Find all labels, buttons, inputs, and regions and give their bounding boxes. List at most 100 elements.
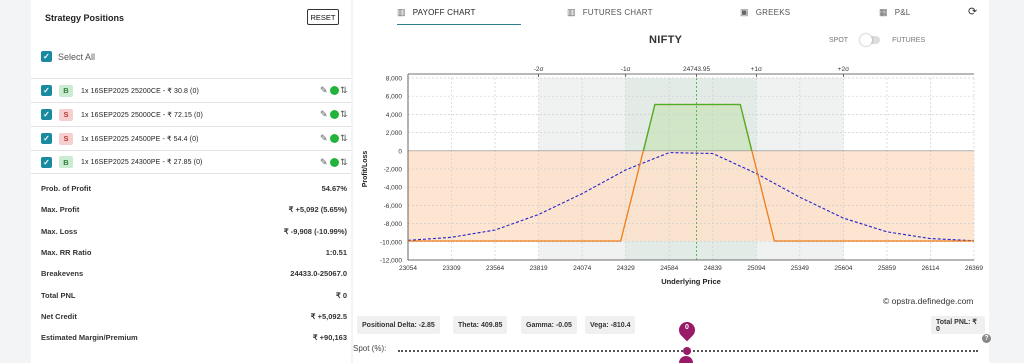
select-all-checkbox[interactable]: ✓ Select All [41, 51, 95, 62]
positions-list: ✓ B 1x 16SEP2025 25200CE - ₹ 30.8 (0) ✎ … [31, 78, 351, 174]
x-tick-label: 23309 [442, 265, 460, 272]
metric-value: ₹ +5,092 (5.65%) [288, 205, 347, 215]
y-tick-label: 0 [398, 148, 402, 155]
sigma-label: -1σ [621, 66, 631, 73]
greeks-icon: ▣ [740, 7, 749, 17]
y-tick-label: -8,000 [384, 221, 403, 228]
metric-label: Max. Profit [41, 205, 80, 215]
y-tick-label: 8,000 [386, 76, 403, 83]
metric-label: Total PNL [41, 290, 76, 300]
edit-icon[interactable]: ✎ [320, 86, 329, 95]
tab-greeks[interactable]: ▣ GREEKS [740, 0, 790, 25]
y-tick-label: -10,000 [380, 239, 402, 246]
swap-icon[interactable]: ⇅ [340, 157, 348, 167]
sigma-label: -2σ [534, 66, 544, 73]
edit-icon[interactable]: ✎ [320, 157, 329, 167]
y-tick-label: -2,000 [384, 167, 403, 174]
tab-futures-chart[interactable]: ▥ FUTURES CHART [567, 0, 653, 25]
sell-badge: S [59, 132, 73, 145]
toggle-switch[interactable] [860, 34, 881, 46]
tab-label: FUTURES CHART [582, 8, 653, 17]
metric-value: 54.67% [321, 184, 347, 194]
sigma-label: 24743.95 [683, 66, 710, 73]
edit-icon[interactable]: ✎ [320, 134, 329, 143]
buy-badge: B [59, 84, 73, 97]
position-checkbox[interactable]: ✓ [41, 85, 52, 96]
checkbox-check-icon: ✓ [41, 51, 52, 62]
reset-button[interactable]: RESET [307, 9, 339, 25]
metric-value: ₹ 0 [335, 290, 347, 300]
position-actions: ✎ ⇅ [320, 110, 348, 119]
toggle-knob [860, 34, 873, 46]
status-dot-icon[interactable] [330, 86, 339, 95]
loss-area [408, 150, 974, 241]
metric-label: Breakevens [41, 269, 84, 279]
chart-panel: ▥ PAYOFF CHART ▥ FUTURES CHART ▣ GREEKS … [353, 0, 991, 363]
theta-chip: Theta: 409.85 [453, 316, 508, 334]
sigma-label: +1σ [751, 66, 762, 73]
x-tick-label: 26369 [965, 265, 983, 272]
x-tick-label: 25859 [878, 265, 896, 272]
chart-icon: ▥ [567, 7, 576, 17]
metric-label: Max. Loss [41, 226, 78, 236]
status-dot-icon[interactable] [330, 110, 339, 119]
position-actions: ✎ ⇅ [320, 134, 348, 143]
chart-tabs: ▥ PAYOFF CHART ▥ FUTURES CHART ▣ GREEKS … [353, 0, 989, 25]
metric-row: Prob. of Profit 54.67% [31, 178, 351, 199]
vega-chip: Vega: -810.4 [585, 316, 636, 334]
status-dot-icon[interactable] [330, 134, 339, 143]
metric-row: Max. RR Ratio 1:0.51 [31, 242, 351, 263]
buy-badge: B [59, 156, 73, 168]
metric-row: Max. Loss ₹ -9,908 (-10.99%) [31, 221, 351, 242]
x-tick-label: 25094 [747, 265, 765, 272]
x-tick-label: 23819 [530, 265, 548, 272]
y-tick-label: -4,000 [384, 185, 403, 192]
app-root: Strategy Positions RESET ✓ Select All ✓ … [0, 0, 1024, 363]
position-checkbox[interactable]: ✓ [41, 133, 52, 144]
total-pnl-chip: Total PNL: ₹ 0 [931, 316, 985, 334]
swap-icon[interactable]: ⇅ [340, 110, 348, 119]
sell-badge: S [59, 108, 73, 121]
strategy-metrics: Prob. of Profit 54.67% Max. Profit ₹ +5,09… [31, 178, 351, 348]
metric-label: Prob. of Profit [41, 184, 91, 194]
gamma-chip: Gamma: -0.05 [521, 316, 577, 334]
status-dot-icon[interactable] [330, 157, 339, 167]
greeks-bar: Positional Delta: -2.85 Theta: 409.85 Ga… [357, 316, 985, 334]
help-icon[interactable]: ? [982, 334, 991, 343]
metric-value: 1:0.51 [325, 248, 347, 258]
metric-row: Breakevens 24433.0-25067.0 [31, 263, 351, 284]
position-checkbox[interactable]: ✓ [41, 109, 52, 120]
select-all-label: Select All [58, 51, 96, 62]
tab-pnl[interactable]: ▦ P&L [879, 0, 910, 25]
y-tick-label: 2,000 [386, 130, 403, 137]
position-label: 1x 16SEP2025 24300PE - ₹ 27.85 (0) [81, 159, 203, 166]
position-row: ✓ S 1x 16SEP2025 24500PE - ₹ 54.4 (0) ✎ … [31, 126, 351, 150]
metric-label: Net Credit [41, 311, 77, 321]
refresh-icon[interactable]: ⟳ [968, 5, 977, 18]
chart-icon: ▥ [397, 6, 406, 17]
position-actions: ✎ ⇅ [320, 157, 348, 167]
position-row: ✓ S 1x 16SEP2025 25000CE - ₹ 72.15 (0) ✎… [31, 102, 351, 126]
slider-thumb[interactable] [683, 347, 691, 355]
slider-handle[interactable] [679, 356, 693, 363]
x-tick-label: 24074 [573, 265, 591, 272]
metric-value: ₹ -9,908 (-10.99%) [283, 226, 347, 236]
spot-futures-toggle[interactable]: SPOT FUTURES [829, 34, 926, 46]
x-tick-label: 24584 [660, 265, 678, 272]
tab-payoff-chart[interactable]: ▥ PAYOFF CHART [397, 0, 521, 25]
tab-label: GREEKS [755, 8, 791, 17]
table-icon: ▦ [879, 7, 888, 17]
y-tick-label: 4,000 [386, 112, 403, 119]
position-checkbox[interactable]: ✓ [41, 156, 52, 168]
edit-icon[interactable]: ✎ [320, 110, 329, 119]
futures-label: FUTURES [892, 36, 926, 44]
metric-row: Max. Profit ₹ +5,092 (5.65%) [31, 199, 351, 220]
swap-icon[interactable]: ⇅ [340, 86, 348, 95]
swap-icon[interactable]: ⇅ [340, 134, 348, 143]
position-row: ✓ B 1x 16SEP2025 24300PE - ₹ 27.85 (0) ✎… [31, 150, 351, 174]
x-tick-label: 23564 [486, 265, 504, 272]
x-tick-label: 25604 [834, 265, 852, 272]
sigma-label: +2σ [838, 66, 849, 73]
y-tick-label: -12,000 [380, 258, 402, 265]
metric-value: 24433.0-25067.0 [290, 269, 347, 279]
